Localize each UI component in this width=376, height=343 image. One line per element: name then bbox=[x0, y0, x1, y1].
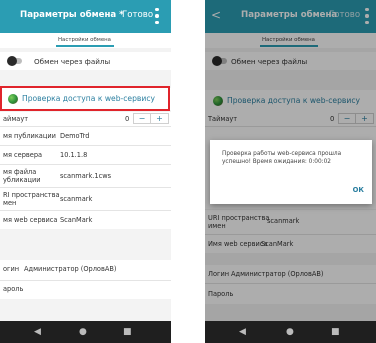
namespace-uri-label-line1: RI пространства bbox=[3, 191, 60, 199]
publication-file-label-line2: убликации bbox=[3, 176, 41, 184]
success-dialog: Проверка работы web-сервиса прошла успеш… bbox=[210, 140, 372, 204]
namespace-uri-label-line2: мен bbox=[3, 199, 17, 207]
android-nav-bar: ◀ ● ■ bbox=[205, 321, 376, 343]
nav-back-icon[interactable]: ◀ bbox=[34, 327, 41, 337]
publication-file-row[interactable]: мя файла убликации scanmark.1cws bbox=[0, 165, 171, 187]
done-button[interactable]: Готово bbox=[122, 10, 153, 20]
publication-file-value[interactable]: scanmark.1cws bbox=[60, 172, 111, 180]
publication-file-label-line1: мя файла bbox=[3, 168, 37, 176]
timeout-stepper: − + bbox=[133, 113, 169, 124]
phone-screen-left: Параметры обмена * Готово Настройки обме… bbox=[0, 0, 171, 343]
web-service-name-row[interactable]: мя web сервиса ScanMark bbox=[0, 211, 171, 229]
login-label: огин bbox=[3, 265, 20, 273]
password-label: ароль bbox=[3, 285, 24, 293]
publication-name-value[interactable]: DemoTrd bbox=[60, 132, 89, 140]
nav-recents-icon[interactable]: ■ bbox=[123, 327, 132, 337]
server-name-row[interactable]: мя сервера 10.1.1.8 bbox=[0, 146, 171, 164]
nav-home-icon[interactable]: ● bbox=[286, 327, 294, 337]
web-service-name-value[interactable]: ScanMark bbox=[60, 216, 92, 224]
tab-indicator bbox=[56, 45, 114, 47]
nav-recents-icon[interactable]: ■ bbox=[331, 327, 340, 337]
highlight-box bbox=[0, 86, 170, 111]
toggle-switch[interactable] bbox=[7, 56, 22, 66]
password-row[interactable]: ароль bbox=[0, 281, 171, 299]
decrement-button[interactable]: − bbox=[133, 113, 151, 124]
phone-screen-right: < Параметры обмена Готово Настройки обме… bbox=[205, 0, 376, 343]
nav-home-icon[interactable]: ● bbox=[79, 327, 87, 337]
server-name-value[interactable]: 10.1.1.8 bbox=[60, 151, 87, 159]
android-nav-bar: ◀ ● ■ bbox=[0, 321, 171, 343]
login-value[interactable]: Администратор (ОрловАВ) bbox=[24, 265, 116, 273]
nav-back-icon[interactable]: ◀ bbox=[239, 327, 246, 337]
dialog-message: Проверка работы web-сервиса прошла успеш… bbox=[222, 151, 342, 165]
screen-title: Параметры обмена * bbox=[20, 10, 124, 20]
ok-button[interactable]: ОК bbox=[353, 186, 364, 194]
exchange-via-files-label: Обмен через файлы bbox=[34, 57, 111, 66]
server-name-label: мя сервера bbox=[3, 151, 43, 159]
namespace-uri-row[interactable]: RI пространства мен scanmark bbox=[0, 188, 171, 210]
namespace-uri-value[interactable]: scanmark bbox=[60, 195, 92, 203]
tab-exchange-settings[interactable]: Настройки обмена bbox=[58, 37, 111, 43]
timeout-label: аймаут bbox=[3, 115, 29, 123]
title-bar: Параметры обмена * Готово bbox=[0, 0, 171, 33]
increment-button[interactable]: + bbox=[151, 113, 169, 124]
login-row[interactable]: огин Администратор (ОрловАВ) bbox=[0, 260, 171, 280]
web-service-name-label: мя web сервиса bbox=[3, 216, 58, 224]
overflow-menu-icon[interactable] bbox=[155, 8, 159, 24]
timeout-row: аймаут 0 − + bbox=[0, 112, 171, 126]
exchange-via-files-row[interactable]: Обмен через файлы bbox=[0, 52, 171, 70]
publication-name-row[interactable]: мя публикации DemoTrd bbox=[0, 127, 171, 145]
tab-bar: Настройки обмена bbox=[0, 33, 171, 48]
timeout-value: 0 bbox=[125, 115, 130, 123]
publication-name-label: мя публикации bbox=[3, 132, 56, 140]
